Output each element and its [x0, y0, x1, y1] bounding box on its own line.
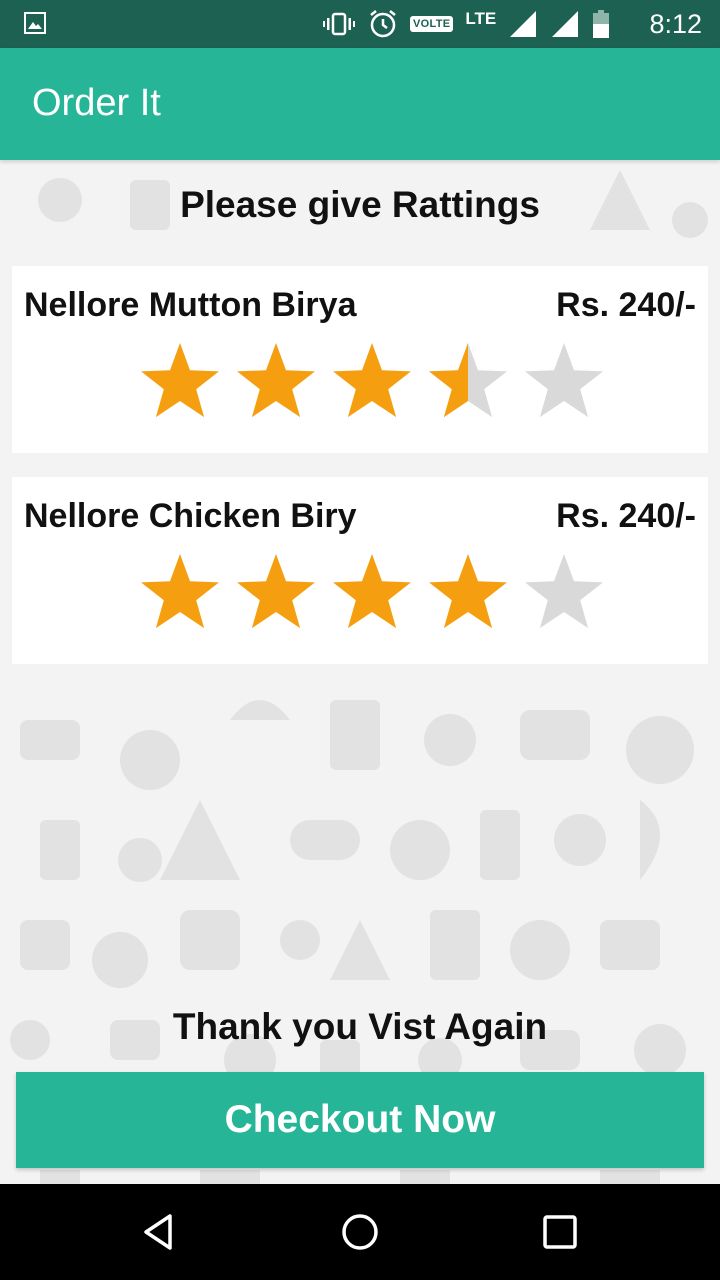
alarm-icon [370, 10, 396, 38]
app-title: Order It [32, 82, 161, 124]
item-price: Rs. 240/- [556, 286, 696, 324]
rating-bar[interactable] [126, 340, 606, 424]
item-name: Nellore Chicken Biry [24, 497, 357, 535]
star-icon[interactable] [237, 554, 315, 629]
back-icon[interactable] [140, 1212, 180, 1252]
checkout-button[interactable]: Checkout Now [16, 1072, 704, 1168]
image-notification-icon [24, 12, 46, 34]
star-icon[interactable] [525, 343, 603, 418]
app-bar: Order It [0, 48, 720, 160]
signal-icon-2 [552, 11, 579, 37]
recents-icon[interactable] [540, 1212, 580, 1252]
battery-icon [593, 10, 610, 38]
clock: 8:12 [649, 9, 702, 39]
item-name: Nellore Mutton Birya [24, 286, 357, 324]
network-type-label: LTE [465, 9, 497, 28]
thank-you-message: Thank you Vist Again [172, 1006, 548, 1047]
star-icon[interactable] [429, 343, 507, 418]
status-bar: VOLTE LTE 8:12 [0, 0, 720, 48]
star-icon[interactable] [141, 343, 219, 418]
rating-bar[interactable] [126, 551, 606, 635]
home-icon[interactable] [340, 1212, 380, 1252]
ratings-heading: Please give Rattings [180, 184, 540, 225]
star-icon[interactable] [429, 554, 507, 629]
order-item-card: Nellore Mutton Birya Rs. 240/- [12, 266, 708, 453]
star-icon[interactable] [237, 343, 315, 418]
volte-badge: VOLTE [410, 16, 454, 32]
item-price: Rs. 240/- [556, 497, 696, 535]
signal-icon [510, 11, 537, 37]
rating-screen: Please give Rattings Nellore Mutton Biry… [0, 160, 720, 1184]
order-item-card: Nellore Chicken Biry Rs. 240/- [12, 477, 708, 664]
star-icon[interactable] [141, 554, 219, 629]
star-icon[interactable] [525, 554, 603, 629]
star-icon[interactable] [333, 554, 411, 629]
vibrate-icon [323, 12, 355, 36]
navigation-bar [0, 1184, 720, 1280]
star-icon[interactable] [333, 343, 411, 418]
